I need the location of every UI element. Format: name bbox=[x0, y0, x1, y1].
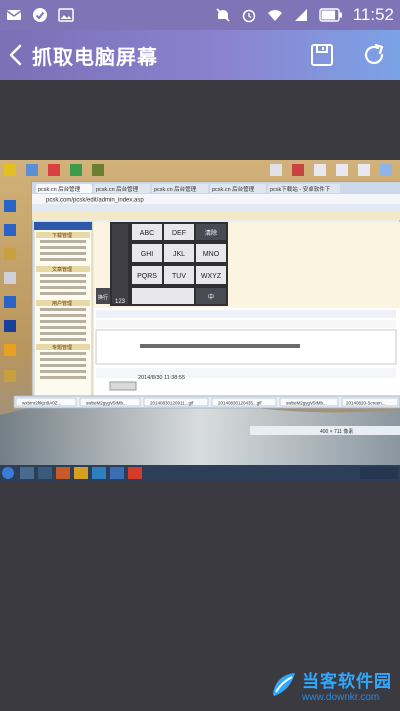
sidebar-user-manage: 用户管理 bbox=[52, 300, 72, 307]
watermark-en: www.downkr.com bbox=[302, 692, 380, 703]
browser-tab-4: pcsk.cn 后台管理 bbox=[212, 185, 255, 193]
signal-icon bbox=[294, 9, 307, 21]
key-ghi: GHI bbox=[141, 251, 154, 258]
battery-icon bbox=[319, 8, 342, 22]
key-cn: 中 bbox=[208, 293, 214, 301]
key-123: 123 bbox=[115, 299, 126, 305]
refresh-icon[interactable] bbox=[362, 43, 386, 67]
file-download-bar: wxbmr2hkjzi9A0Z... swbeM2gygV5tMb... 201… bbox=[13, 395, 400, 409]
download-item-3: 20140830120911...gif bbox=[150, 401, 194, 406]
desktop-screenshot-image: pcsk.cn 后台管理 pcsk.cn 后台管理 pcsk.cn 后台管理 p… bbox=[0, 160, 400, 481]
key-wxyz: WXYZ bbox=[201, 273, 222, 280]
status-bar: 11:52 bbox=[0, 0, 400, 30]
app-bar: 抓取电脑屏幕 bbox=[0, 30, 400, 80]
browser-window: pcsk.cn 后台管理 pcsk.cn 后台管理 pcsk.cn 后台管理 p… bbox=[31, 181, 400, 401]
status-time: 11:52 bbox=[352, 5, 394, 24]
sidebar-download-manage: 下载管理 bbox=[52, 232, 72, 239]
sidebar-article-manage: 文章管理 bbox=[52, 266, 72, 273]
image-icon bbox=[58, 8, 74, 22]
browser-tab-1: pcsk.cn 后台管理 bbox=[38, 185, 81, 193]
viewer-resolution-text: 400 × 711 像素 bbox=[320, 428, 353, 435]
mute-icon bbox=[216, 8, 230, 22]
key-newline: 换行 bbox=[98, 294, 108, 301]
alarm-icon bbox=[242, 9, 256, 23]
key-pqrs: PQRS bbox=[137, 273, 157, 280]
key-def: DEF bbox=[172, 230, 186, 237]
key-tuv: TUV bbox=[172, 273, 186, 280]
download-item-4: 20140830120435...gif bbox=[218, 401, 262, 406]
browser-tab-2: pcsk.cn 后台管理 bbox=[96, 185, 139, 193]
watermark-logo-icon bbox=[273, 673, 295, 696]
back-button[interactable] bbox=[0, 30, 32, 80]
download-item-2: swbeM2gygV5tMb... bbox=[86, 401, 127, 406]
windows-taskbar bbox=[0, 465, 400, 481]
email-icon bbox=[6, 10, 22, 20]
watermark-cn: 当客软件园 bbox=[302, 672, 392, 691]
download-item-1: wxbmr2hkjzi9A0Z... bbox=[22, 401, 61, 406]
t9-keypad: 123 ABC DEF GHI JKL MNO PQRS TUV WXYZ 清除… bbox=[96, 222, 228, 306]
download-item-6: 20140820-Screen... bbox=[346, 401, 386, 406]
browser-tab-3: pcsk.cn 后台管理 bbox=[154, 185, 197, 193]
key-abc: ABC bbox=[140, 230, 154, 237]
captured-desktop-screenshot[interactable]: pcsk.cn 后台管理 pcsk.cn 后台管理 pcsk.cn 后台管理 p… bbox=[0, 160, 400, 481]
screenshot-time-text: 2014/8/30 11:38:55 bbox=[138, 375, 185, 381]
key-mno: MNO bbox=[203, 251, 220, 258]
browser-url: pcsk.com/pcsk/edit/admin_index.asp bbox=[46, 198, 144, 204]
chevron-left-icon bbox=[9, 44, 22, 66]
image-viewer-strip: 400 × 711 像素 bbox=[250, 426, 400, 435]
check-icon bbox=[33, 8, 47, 22]
sidebar-topic-manage: 专题管理 bbox=[52, 344, 72, 351]
save-icon[interactable] bbox=[310, 43, 334, 67]
browser-tab-5: pcsk下载站 - 安卓软件下 bbox=[270, 185, 331, 193]
key-clear: 清除 bbox=[205, 229, 217, 237]
download-item-5: swbeM2gygV5tMb... bbox=[286, 401, 327, 406]
page-title: 抓取电脑屏幕 bbox=[32, 46, 158, 69]
wifi-icon bbox=[267, 10, 282, 21]
key-jkl: JKL bbox=[173, 251, 185, 258]
watermark: 当客软件园 www.downkr.com bbox=[268, 667, 392, 703]
